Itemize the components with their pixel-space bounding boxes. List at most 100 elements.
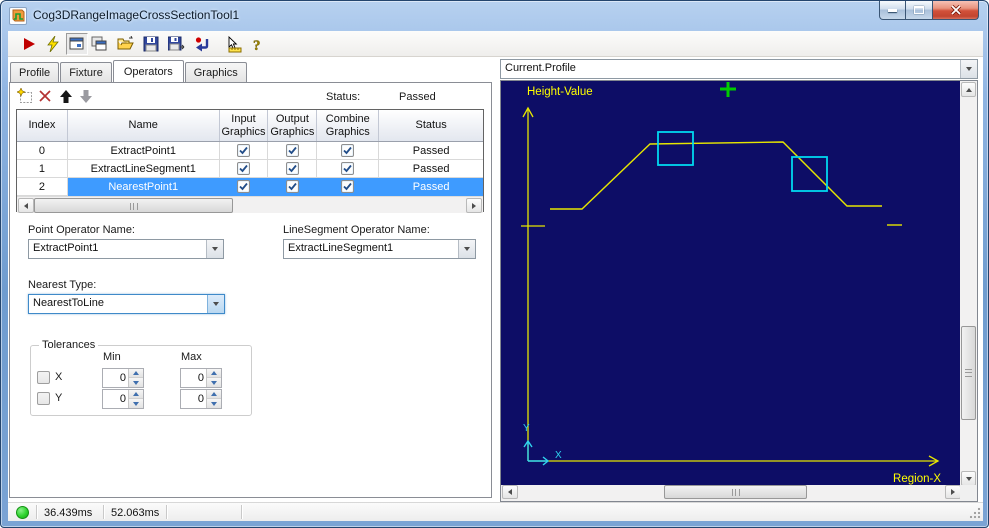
status-led-icon [16,506,29,519]
move-up-button[interactable] [57,87,75,105]
status-label: Status: [326,91,361,103]
floppy-icon [143,36,159,52]
origin-x-label: X [555,450,562,461]
scrollbar-thumb[interactable] [664,485,807,499]
spin-down-button[interactable] [129,399,143,408]
profile-polyline [550,141,882,210]
point-operator-combobox[interactable]: ExtractPoint1 [28,239,224,259]
nearest-type-combobox[interactable]: NearestToLine [28,294,225,314]
tab-graphics[interactable]: Graphics [184,62,247,82]
scrollbar-thumb[interactable] [961,326,976,420]
spin-down-button[interactable] [207,378,221,387]
tolerance-x-max-stepper[interactable]: 0 [180,368,222,388]
triangle-right-icon [472,202,476,209]
column-header-combine-graphics[interactable]: Combine Graphics [317,110,380,141]
tolerance-x-min-stepper[interactable]: 0 [102,368,144,388]
scroll-right-button[interactable] [945,485,961,499]
column-header-name[interactable]: Name [68,110,220,141]
triangle-up-icon [965,87,972,92]
spin-up-button[interactable] [207,390,221,399]
tolerance-y-min-stepper[interactable]: 0 [102,389,144,409]
show-image-display-button[interactable] [66,33,88,55]
close-button[interactable] [933,1,979,20]
grid-horizontal-scrollbar[interactable] [17,196,483,213]
table-row[interactable]: 0 ExtractPoint1 Passed [17,142,483,160]
minimize-button[interactable] [879,1,906,20]
chevron-down-icon[interactable] [206,240,223,258]
reset-button[interactable] [191,33,213,55]
tab-operators[interactable]: Operators [112,60,184,82]
arrow-up-icon [60,89,72,103]
spin-down-button[interactable] [129,378,143,387]
tab-profile[interactable]: Profile [10,62,60,82]
combine-graphics-checkbox[interactable] [341,144,355,157]
window-icon [69,37,84,50]
spin-up-button[interactable] [129,390,143,399]
chevron-down-icon[interactable] [207,295,224,313]
scroll-down-button[interactable] [961,471,976,486]
column-header-status[interactable]: Status [379,110,483,141]
profile-display: Height-Value Region-X Y X [500,80,978,502]
input-graphics-checkbox[interactable] [237,162,250,175]
scroll-left-button[interactable] [502,485,518,499]
delete-x-icon [39,90,51,102]
profile-chart[interactable]: Height-Value Region-X Y X [501,81,962,487]
scroll-left-button[interactable] [18,198,34,213]
combine-graphics-checkbox[interactable] [341,162,355,175]
tolerances-group: Tolerances Min Max X 0 0 Y 0 0 [30,339,252,416]
tolerance-y-checkbox[interactable] [37,392,50,405]
output-graphics-checkbox[interactable] [285,144,299,157]
result-box-1 [657,131,694,166]
move-down-button[interactable] [77,87,95,105]
lightning-button[interactable] [42,33,64,55]
combine-graphics-checkbox[interactable] [341,180,355,193]
folder-open-icon [117,36,134,50]
open-file-button[interactable] [114,33,136,55]
display-horizontal-scrollbar[interactable] [501,485,962,501]
input-graphics-checkbox[interactable] [237,144,250,157]
tolerance-x-label: X [55,371,63,383]
save-button[interactable] [140,33,162,55]
run-button[interactable] [18,33,40,55]
spin-up-button[interactable] [207,369,221,378]
spin-down-button[interactable] [207,399,221,408]
window-float-icon [91,36,107,51]
scrollbar-thumb[interactable] [34,198,233,213]
column-header-index[interactable]: Index [17,110,68,141]
help-icon: ? [253,37,261,53]
input-graphics-checkbox[interactable] [237,180,250,193]
new-item-icon [17,88,32,103]
pointer-tool-button[interactable] [222,33,244,55]
linesegment-operator-combobox[interactable]: ExtractLineSegment1 [283,239,476,259]
scroll-up-button[interactable] [961,82,976,97]
output-graphics-checkbox[interactable] [285,180,299,193]
chevron-down-icon[interactable] [960,60,977,78]
svg-text:?: ? [253,38,261,53]
title-bar[interactable]: Cog3DRangeImageCrossSectionTool1 [1,1,988,31]
display-source-combobox[interactable]: Current.Profile [500,59,978,79]
scroll-right-button[interactable] [466,198,482,213]
window-title: Cog3DRangeImageCrossSectionTool1 [33,8,240,22]
save-as-button[interactable] [165,33,187,55]
app-icon [9,7,27,25]
tab-strip: Profile Fixture Operators Graphics [10,60,248,82]
column-header-input-graphics[interactable]: Input Graphics [220,110,269,141]
spin-up-button[interactable] [129,369,143,378]
tolerance-x-checkbox[interactable] [37,371,50,384]
tolerance-y-max-stepper[interactable]: 0 [180,389,222,409]
output-graphics-checkbox[interactable] [285,162,299,175]
help-button[interactable]: ? [246,33,268,55]
add-operator-button[interactable] [16,87,34,105]
chevron-down-icon[interactable] [458,240,475,258]
display-vertical-scrollbar[interactable] [960,81,977,487]
delete-operator-button[interactable] [36,87,54,105]
cursor-ruler-icon [228,35,241,52]
column-header-output-graphics[interactable]: Output Graphics [268,110,318,141]
tab-fixture[interactable]: Fixture [60,62,112,82]
float-image-display-button[interactable] [88,33,110,55]
maximize-button[interactable] [906,1,933,20]
table-row-selected[interactable]: 2 NearestPoint1 Passed [17,178,483,196]
resize-grip[interactable] [969,507,981,519]
run-icon [24,38,35,50]
table-row[interactable]: 1 ExtractLineSegment1 Passed [17,160,483,178]
